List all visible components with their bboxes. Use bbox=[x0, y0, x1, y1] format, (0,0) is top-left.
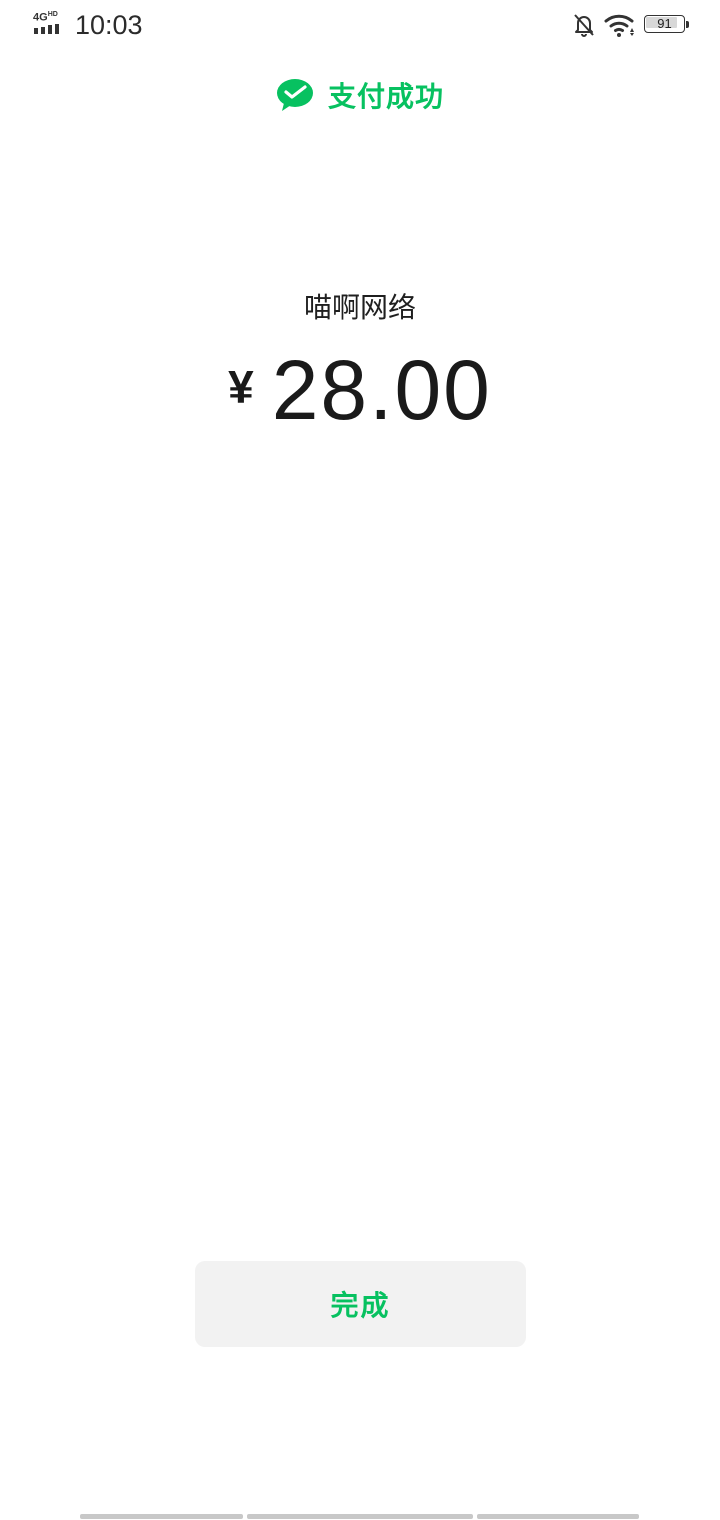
battery-icon: 91 bbox=[644, 15, 690, 35]
done-button-label: 完成 bbox=[330, 1290, 391, 1321]
nav-segment-center[interactable] bbox=[247, 1514, 473, 1519]
network-indicator: 4GHD bbox=[33, 9, 67, 35]
payment-success-header: 支付成功 bbox=[0, 72, 720, 118]
nav-segment-left[interactable] bbox=[80, 1514, 243, 1519]
payee-name: 喵啊网络 bbox=[303, 291, 416, 324]
status-icons: 91 bbox=[572, 10, 690, 40]
currency-symbol: ¥ bbox=[228, 361, 254, 413]
bell-off-icon bbox=[574, 14, 594, 37]
wifi-icon bbox=[604, 14, 634, 37]
amount-value: 28.00 bbox=[271, 343, 492, 437]
signal-icon bbox=[34, 24, 59, 34]
battery-level: 91 bbox=[657, 16, 672, 31]
navigation-bar bbox=[80, 1514, 640, 1520]
network-type-label: 4GHD bbox=[33, 11, 58, 24]
done-button[interactable]: 完成 bbox=[195, 1261, 526, 1347]
status-time: 10:03 bbox=[75, 10, 143, 40]
status-bar: 4GHD 10:03 91 bbox=[0, 0, 720, 50]
payment-amount: ¥ 28.00 bbox=[0, 340, 720, 440]
nav-segment-right[interactable] bbox=[477, 1514, 639, 1519]
page-title: 支付成功 bbox=[327, 80, 444, 113]
wechat-pay-icon bbox=[276, 79, 313, 111]
